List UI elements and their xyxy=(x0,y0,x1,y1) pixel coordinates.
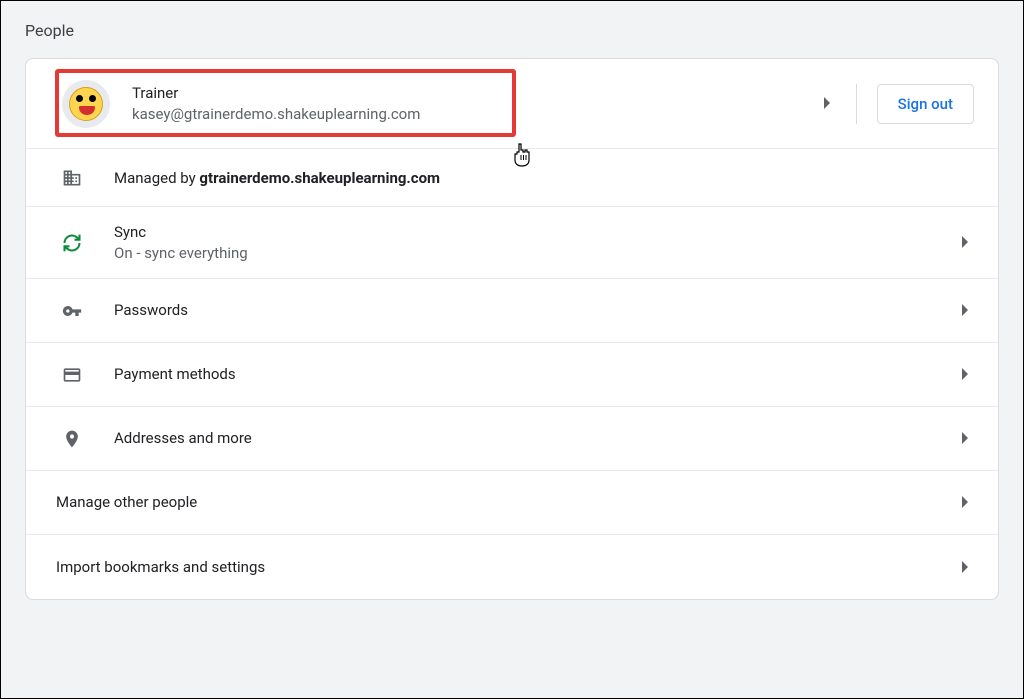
sync-title: Sync xyxy=(114,222,962,243)
avatar-face-icon xyxy=(69,87,103,121)
profile-email: kasey@gtrainerdemo.shakeuplearning.com xyxy=(132,104,824,125)
chevron-right-icon xyxy=(962,558,970,577)
chevron-right-icon xyxy=(962,429,970,448)
addresses-row[interactable]: Addresses and more xyxy=(26,407,998,471)
profile-name: Trainer xyxy=(132,83,824,104)
payment-methods-row[interactable]: Payment methods xyxy=(26,343,998,407)
chevron-right-icon xyxy=(962,233,970,252)
sign-out-button[interactable]: Sign out xyxy=(877,84,974,124)
people-card: Trainer kasey@gtrainerdemo.shakeuplearni… xyxy=(25,58,999,600)
chevron-right-icon xyxy=(962,301,970,320)
sync-icon xyxy=(62,233,82,253)
credit-card-icon xyxy=(62,365,82,385)
chevron-right-icon xyxy=(824,94,832,113)
managed-by-row: Managed by gtrainerdemo.shakeuplearning.… xyxy=(26,149,998,207)
sync-status: On - sync everything xyxy=(114,243,962,264)
manage-people-row[interactable]: Manage other people xyxy=(26,471,998,535)
payment-title: Payment methods xyxy=(114,364,962,385)
import-title: Import bookmarks and settings xyxy=(56,557,265,578)
key-icon xyxy=(62,301,82,321)
avatar xyxy=(62,80,110,128)
manage-people-title: Manage other people xyxy=(56,492,197,513)
location-icon xyxy=(62,429,82,449)
profile-row[interactable]: Trainer kasey@gtrainerdemo.shakeuplearni… xyxy=(26,59,998,149)
managed-by-text: Managed by gtrainerdemo.shakeuplearning.… xyxy=(114,169,974,187)
chevron-right-icon xyxy=(962,365,970,384)
import-bookmarks-row[interactable]: Import bookmarks and settings xyxy=(26,535,998,599)
passwords-row[interactable]: Passwords xyxy=(26,279,998,343)
chevron-right-icon xyxy=(962,493,970,512)
managed-prefix: Managed by xyxy=(114,169,199,187)
sync-row[interactable]: Sync On - sync everything xyxy=(26,207,998,279)
divider xyxy=(856,84,857,124)
passwords-title: Passwords xyxy=(114,300,962,321)
managed-domain: gtrainerdemo.shakeuplearning.com xyxy=(199,169,440,187)
domain-icon xyxy=(62,168,82,188)
addresses-title: Addresses and more xyxy=(114,428,962,449)
section-title: People xyxy=(25,21,999,40)
